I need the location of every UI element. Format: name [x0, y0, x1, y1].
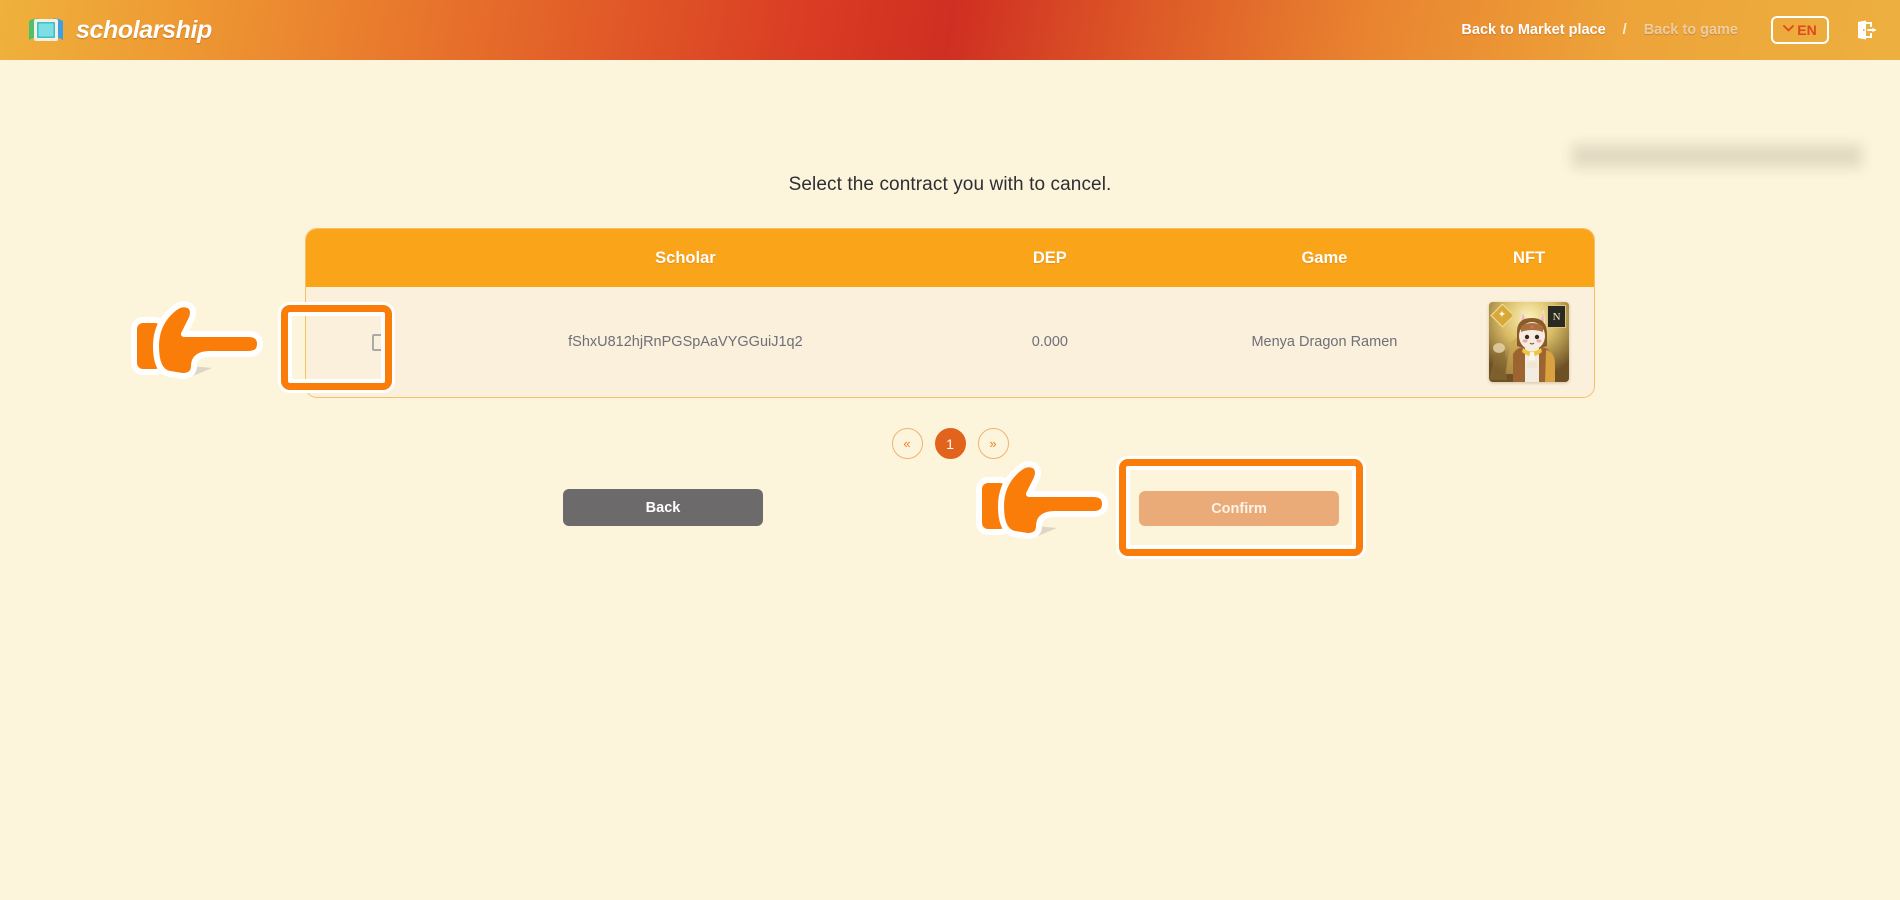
table-row: fShxU812hjRnPGSpAaVYGGuiJ1q2 0.000 Menya…	[306, 287, 1594, 397]
nft-rank-badge: N	[1547, 305, 1567, 328]
column-header-scholar: Scholar	[655, 248, 716, 267]
pagination-next-button[interactable]: »	[977, 428, 1009, 459]
pointing-hand-icon	[128, 284, 288, 394]
column-header-dep: DEP	[1032, 248, 1067, 267]
contracts-table: Scholar DEP Game NFT fShxU812hjRnPGSpAaV…	[305, 228, 1595, 398]
nav-separator: /	[1622, 22, 1627, 38]
checkbox-unchecked-icon[interactable]	[372, 333, 390, 351]
brand-logo-group[interactable]: scholarship	[26, 15, 212, 45]
header-nav: Back to Market place / Back to game EN	[1461, 16, 1878, 44]
brand-name: scholarship	[76, 15, 212, 44]
table-header-row: Scholar DEP Game NFT	[306, 229, 1594, 287]
page-content: Select the contract you with to cancel. …	[0, 60, 1900, 900]
pagination-page-1[interactable]: 1	[934, 428, 966, 459]
language-selector[interactable]: EN	[1771, 16, 1829, 44]
cell-game-name: Menya Dragon Ramen	[1251, 334, 1398, 350]
pointing-hand-icon	[973, 444, 1133, 554]
nft-character-image: ✦ N	[1489, 302, 1570, 382]
back-button[interactable]: Back	[563, 489, 763, 526]
back-to-marketplace-link[interactable]: Back to Market place	[1461, 22, 1605, 38]
logout-icon[interactable]	[1852, 17, 1878, 43]
column-header-nft: NFT	[1513, 248, 1546, 267]
language-label: EN	[1797, 22, 1817, 38]
page-title: Select the contract you with to cancel.	[788, 174, 1112, 195]
chevron-down-icon	[1783, 24, 1795, 35]
pagination-prev-button[interactable]: «	[891, 428, 923, 459]
cell-scholar-id: fShxU812hjRnPGSpAaVYGGuiJ1q2	[568, 334, 803, 350]
cell-nft-thumbnail[interactable]: ✦ N	[1464, 302, 1594, 382]
column-header-game: Game	[1301, 248, 1348, 267]
top-header-bar: scholarship Back to Market place / Back …	[0, 0, 1900, 60]
confirm-button[interactable]: Confirm	[1139, 491, 1339, 526]
nft-star-glyph: ✦	[1498, 309, 1507, 321]
back-to-game-link[interactable]: Back to game	[1644, 22, 1738, 38]
cell-dep-amount: 0.000	[1031, 334, 1068, 350]
scholarship-book-logo-icon	[26, 15, 66, 45]
redacted-text-bar	[1572, 144, 1862, 168]
row-select-cell	[306, 333, 456, 351]
pagination: « 1 »	[0, 428, 1900, 459]
